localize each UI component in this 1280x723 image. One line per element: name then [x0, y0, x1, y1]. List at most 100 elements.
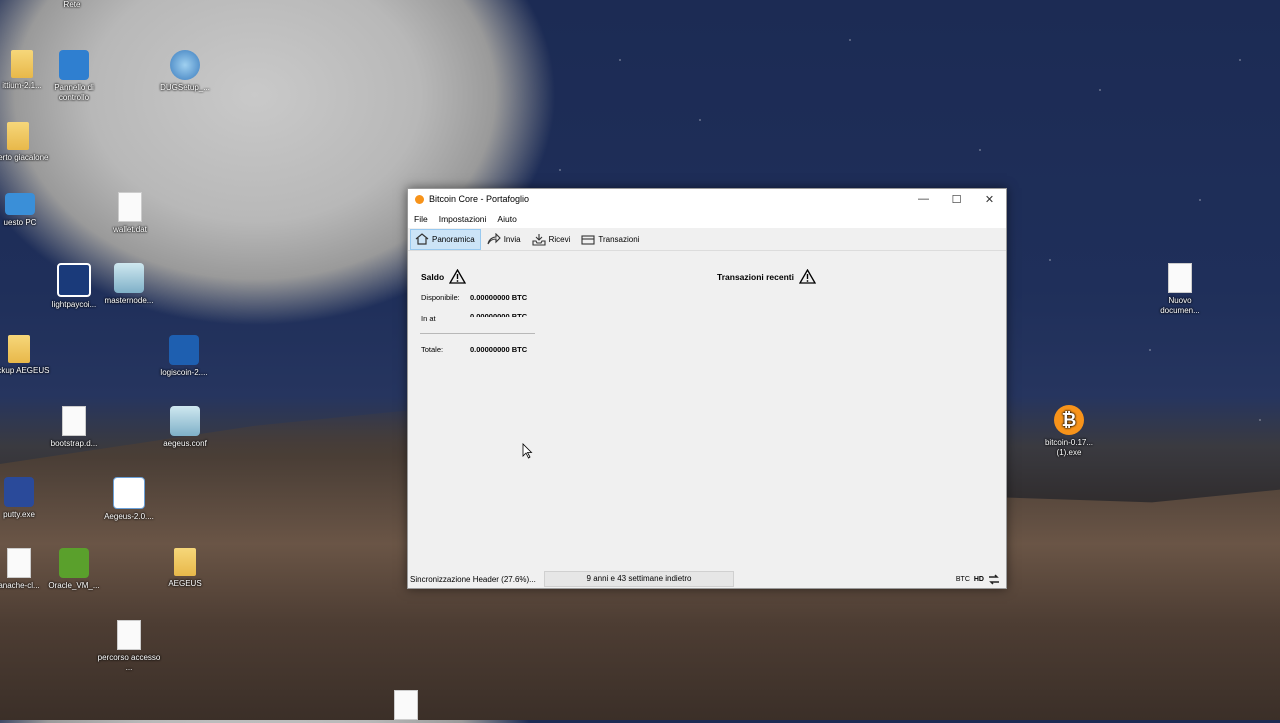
desktop-icon-new-document[interactable]: Nuovo documen...	[1148, 263, 1212, 316]
desktop-icon-control-panel[interactable]: Pannello di controllo	[42, 50, 106, 103]
config-file-icon	[114, 263, 144, 293]
desktop-icon-aegeus-conf[interactable]: aegeus.conf	[153, 406, 217, 449]
home-icon	[415, 233, 429, 245]
menu-help[interactable]: Aiuto	[497, 214, 516, 224]
menu-file[interactable]: File	[414, 214, 428, 224]
desktop-icon-bitcoin-installer[interactable]: ₿ bitcoin-0.17... (1).exe	[1037, 405, 1101, 458]
document-icon	[394, 690, 418, 720]
icon-label: Pannello di controllo	[54, 83, 94, 102]
total-label: Totale:	[421, 345, 444, 354]
desktop-icon-document-partial[interactable]	[374, 690, 438, 723]
mouse-cursor-icon	[522, 443, 533, 459]
available-label: Disponibile:	[421, 293, 460, 302]
document-icon	[7, 548, 31, 578]
icon-label: bitcoin-0.17... (1).exe	[1044, 438, 1094, 457]
document-icon	[1168, 263, 1192, 293]
folder-icon	[8, 335, 30, 363]
tab-overview[interactable]: Panoramica	[410, 228, 481, 250]
minimize-button[interactable]: —	[907, 193, 940, 205]
tab-receive-label: Ricevi	[548, 234, 571, 244]
icon-label: uesto PC	[3, 218, 37, 227]
icon-label: backup AEGEUS	[0, 366, 50, 375]
icon-label: alberto giacalone	[0, 153, 49, 162]
status-indicators: BTC HD	[956, 573, 1000, 585]
icon-label: Nuovo documen...	[1160, 296, 1200, 315]
warning-icon[interactable]	[799, 269, 816, 284]
balance-header: Saldo	[421, 269, 467, 284]
icon-label: logiscoin-2....	[160, 368, 208, 377]
desktop-icon-aegeus-installer[interactable]: Aegeus-2.0....	[97, 477, 161, 522]
icon-label: wallet.dat	[113, 225, 147, 234]
icon-label: bootstrap.d...	[50, 439, 98, 448]
document-icon	[118, 192, 142, 222]
icon-label: DUGSetup_...	[160, 83, 210, 92]
sync-progress-bar: 9 anni e 43 settimane indietro	[544, 571, 734, 587]
desktop-icon-this-pc[interactable]: uesto PC	[0, 193, 52, 228]
folder-icon	[11, 50, 33, 78]
tab-transactions[interactable]: Transazioni	[577, 230, 644, 249]
desktop-icon-shortcut[interactable]: percorso accesso ...	[97, 620, 161, 673]
menu-bar: File Impostazioni Aiuto	[408, 209, 1006, 228]
installer-icon	[113, 477, 145, 509]
folder-icon	[174, 548, 196, 576]
desktop-icon-aegeus-folder[interactable]: AEGEUS	[153, 548, 217, 589]
toolbar: Panoramica Invia Ricevi Transazioni	[408, 228, 1006, 251]
receive-inbox-icon	[532, 233, 546, 246]
balance-title: Saldo	[421, 271, 445, 282]
logiscoin-icon	[169, 335, 199, 365]
title-bar[interactable]: Bitcoin Core - Portafoglio — ☐ ✕	[408, 189, 1006, 209]
available-value: 0.00000000 BTC	[470, 293, 528, 302]
desktop-icon-oracle-vm[interactable]: Oracle_VM_...	[42, 548, 106, 591]
overview-panel: Saldo Disponibile: 0.00000000 BTC In at …	[408, 251, 1006, 566]
icon-label: Oracle_VM_...	[48, 581, 100, 590]
desktop-icon-wallet-dat[interactable]: wallet.dat	[98, 192, 162, 235]
desktop-icon-dugsetup[interactable]: DUGSetup_...	[153, 50, 217, 93]
document-icon	[62, 406, 86, 436]
computer-icon	[5, 193, 35, 215]
window-title: Bitcoin Core - Portafoglio	[429, 194, 530, 204]
desktop-icon-network[interactable]: Rete	[40, 0, 104, 10]
desktop-icon-bootstrap[interactable]: bootstrap.d...	[42, 406, 106, 449]
icon-label: masternode...	[104, 296, 154, 305]
hd-label: HD	[973, 575, 984, 583]
close-button[interactable]: ✕	[973, 193, 1006, 206]
virtualbox-icon	[59, 548, 89, 578]
icon-label: AEGEUS	[168, 579, 202, 588]
icon-label: aegeus.conf	[163, 439, 207, 448]
pending-label: In at	[421, 314, 436, 323]
tab-overview-label: Panoramica	[432, 234, 475, 244]
recent-transactions-title: Transazioni recenti	[717, 271, 794, 282]
tab-receive[interactable]: Ricevi	[528, 230, 576, 249]
desktop-icon-putty[interactable]: putty.exe	[0, 477, 51, 520]
maximize-button[interactable]: ☐	[940, 193, 973, 206]
network-label: Rete	[63, 0, 81, 9]
warning-icon[interactable]	[449, 269, 467, 284]
sync-status-text: Sincronizzazione Header (27.6%)...	[410, 574, 536, 584]
tab-send-label: Invia	[503, 234, 521, 244]
recent-transactions-header: Transazioni recenti	[717, 269, 816, 284]
user-folder-icon	[7, 122, 29, 150]
desktop-icon-masternode[interactable]: masternode...	[97, 263, 161, 306]
icon-label: percorso accesso ...	[97, 653, 161, 672]
installer-icon	[170, 50, 200, 80]
transactions-card-icon	[581, 234, 595, 245]
tab-send[interactable]: Invia	[483, 230, 526, 249]
status-bar: Sincronizzazione Header (27.6%)... 9 ann…	[408, 570, 1006, 588]
bitcoin-core-window[interactable]: Bitcoin Core - Portafoglio — ☐ ✕ File Im…	[407, 188, 1007, 589]
bitcoin-logo-icon	[415, 194, 424, 204]
menu-settings[interactable]: Impostazioni	[439, 214, 487, 224]
pending-value: 0.00000000 BTC	[470, 312, 528, 317]
divider	[420, 333, 535, 334]
bitcoin-icon: ₿	[1054, 405, 1084, 435]
desktop-icon-backup-aegeus[interactable]: backup AEGEUS	[0, 335, 51, 376]
network-sync-icon[interactable]	[988, 573, 1000, 585]
desktop-icon-user[interactable]: alberto giacalone	[0, 122, 50, 163]
total-value: 0.00000000 BTC	[470, 345, 528, 354]
icon-label: Aegeus-2.0....	[104, 512, 154, 521]
desktop-icon-logiscoin[interactable]: logiscoin-2....	[152, 335, 216, 378]
document-icon	[117, 620, 141, 650]
unit-label[interactable]: BTC	[956, 576, 970, 583]
putty-icon	[4, 477, 34, 507]
send-arrow-icon	[487, 233, 501, 245]
config-file-icon	[170, 406, 200, 436]
